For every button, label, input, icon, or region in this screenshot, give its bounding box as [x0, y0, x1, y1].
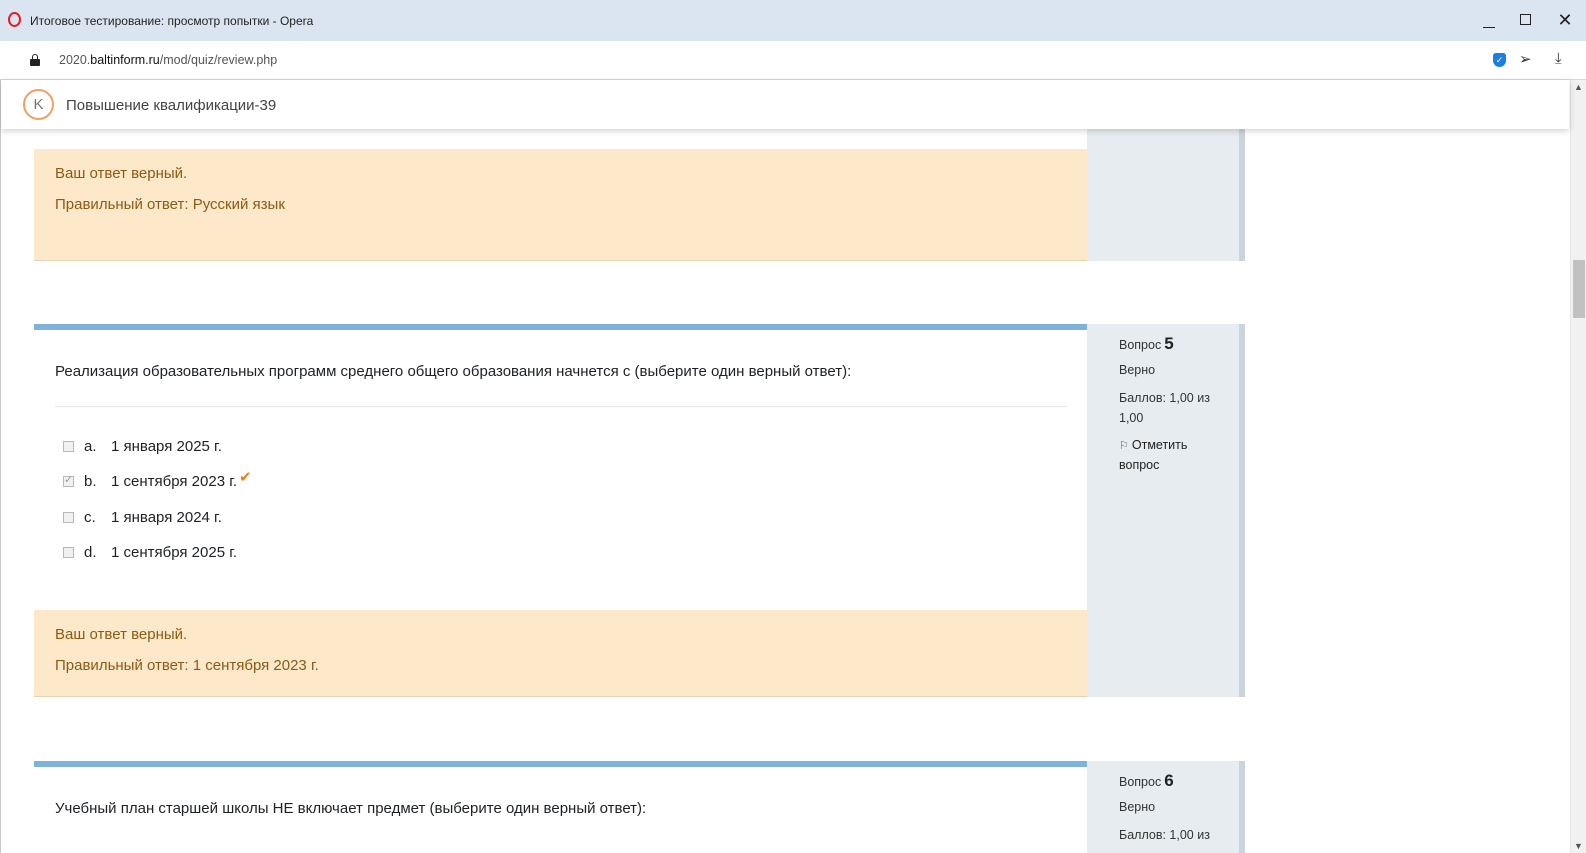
feedback-answer: Правильный ответ: 1 сентября 2023 г.: [55, 657, 319, 674]
url-host: baltinform.ru: [90, 53, 160, 67]
flag-question-link[interactable]: ⚐ Отметить вопрос: [1119, 436, 1229, 475]
question-grade-max: 1,00: [1119, 411, 1144, 425]
answer-option-c[interactable]: c. 1 января 2024 г.: [63, 505, 222, 529]
question-number-label: Вопрос 6: [1119, 771, 1174, 790]
question-number: 6: [1164, 771, 1174, 790]
answer-option-a[interactable]: a. 1 января 2025 г.: [63, 434, 222, 458]
question-number-label: Вопрос 5: [1119, 334, 1174, 353]
answer-text: 1 сентября 2023 г.: [111, 472, 238, 490]
answer-letter: d.: [84, 543, 97, 561]
url-path: /mod/quiz/review.php: [159, 53, 278, 67]
lock-icon[interactable]: [30, 54, 40, 66]
question-info-panel: Вопрос 6 Верно Баллов: 1,00 из: [1087, 761, 1245, 853]
site-title[interactable]: Повышение квалификации-39: [66, 97, 276, 114]
feedback-answer: Правильный ответ: Русский язык: [55, 196, 285, 213]
opera-logo-icon[interactable]: [8, 12, 21, 27]
answer-checkbox[interactable]: [63, 473, 74, 487]
question-state: Верно: [1119, 363, 1156, 377]
answer-text: 1 января 2024 г.: [111, 508, 222, 526]
feedback-correct: Ваш ответ верный.: [55, 626, 188, 643]
question-info-panel: Вопрос 5 Верно Баллов: 1,00 из 1,00 ⚐ Отме…: [1087, 324, 1245, 697]
download-icon[interactable]: ⤓: [1555, 50, 1562, 67]
site-logo-icon[interactable]: K: [23, 89, 54, 120]
page-content: Ваш ответ верный. Правильный ответ: Русс…: [0, 80, 1570, 853]
maximize-button[interactable]: [1513, 8, 1539, 32]
question-block-5: Реализация образовательных программ сред…: [34, 324, 1245, 697]
send-icon[interactable]: ➢: [1519, 50, 1532, 68]
question-grade: Баллов: 1,00 из: [1119, 828, 1210, 842]
answer-text: 1 сентября 2025 г.: [111, 543, 238, 561]
feedback-correct: Ваш ответ верный.: [55, 165, 188, 182]
window-title: Итоговое тестирование: просмотр попытки …: [30, 14, 314, 28]
vertical-scrollbar[interactable]: ▲ ▼: [1570, 80, 1586, 853]
close-button[interactable]: ✕: [1552, 8, 1578, 32]
url-field[interactable]: 2020.baltinform.ru/mod/quiz/review.php: [59, 53, 277, 67]
answer-checkbox[interactable]: [63, 511, 74, 523]
correct-check-icon: ✔: [239, 469, 252, 486]
scroll-down-arrow-icon[interactable]: ▼: [1574, 841, 1583, 851]
url-prefix: 2020.: [59, 53, 91, 67]
minimize-button[interactable]: [1476, 8, 1502, 32]
question-topbar: [34, 324, 1087, 330]
divider: [55, 406, 1067, 407]
question-text: Реализация образовательных программ сред…: [55, 363, 852, 380]
answer-option-b[interactable]: b. 1 сентября 2023 г. ✔: [63, 469, 252, 493]
address-bar: 2020.baltinform.ru/mod/quiz/review.php ✓…: [0, 41, 1586, 80]
scroll-thumb[interactable]: [1573, 260, 1585, 318]
answer-checkbox[interactable]: [63, 440, 74, 452]
answer-letter: a.: [84, 437, 97, 455]
scroll-up-arrow-icon[interactable]: ▲: [1574, 82, 1583, 92]
feedback-box: Ваш ответ верный. Правильный ответ: 1 се…: [34, 610, 1087, 697]
answer-letter: c.: [84, 508, 96, 526]
answer-letter: b.: [84, 472, 97, 490]
feedback-box: Ваш ответ верный. Правильный ответ: Русс…: [34, 149, 1087, 261]
window-titlebar: Итоговое тестирование: просмотр попытки …: [0, 0, 1586, 41]
flag-icon: ⚐: [1119, 440, 1129, 452]
site-header: K Повышение квалификации-39: [1, 80, 1569, 129]
question-state: Верно: [1119, 800, 1156, 814]
shield-icon[interactable]: ✓: [1493, 53, 1506, 67]
question-topbar: [34, 761, 1087, 767]
question-text: Учебный план старшей школы НЕ включает п…: [55, 800, 647, 817]
question-grade: Баллов: 1,00 из: [1119, 391, 1210, 405]
question-number: 5: [1164, 334, 1174, 353]
question-block-6: Учебный план старшей школы НЕ включает п…: [34, 761, 1245, 853]
answer-checkbox[interactable]: [63, 546, 74, 558]
answer-text: 1 января 2025 г.: [111, 437, 222, 455]
answer-option-d[interactable]: d. 1 сентября 2025 г.: [63, 540, 237, 564]
